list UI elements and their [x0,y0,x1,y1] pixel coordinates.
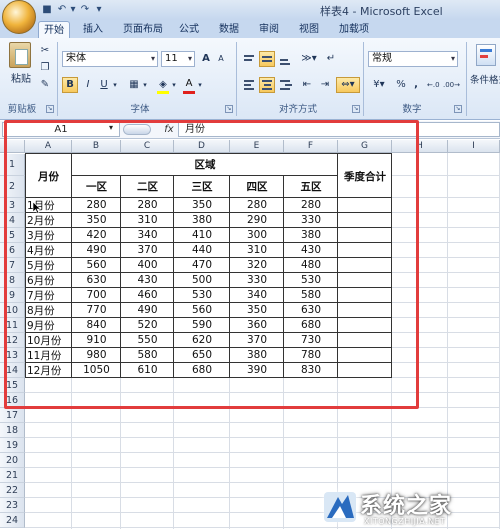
paste-icon[interactable] [9,42,31,68]
tab-5[interactable]: 审阅 [252,21,286,38]
watermark: 系统之家 XITONGZHIJIA.NET [318,486,500,529]
font-color-swatch [183,91,195,94]
number-dialog-launcher[interactable]: ↘ [454,105,462,113]
row-header-22[interactable]: 22 [0,483,25,498]
watermark-text: 系统之家 [360,494,453,519]
tab-1[interactable]: 插入 [76,21,110,38]
text-orientation-icon[interactable]: ≫▾ [299,51,319,67]
clipboard-group-label: 剪贴板 [7,104,37,115]
font-dialog-launcher[interactable]: ↘ [225,105,233,113]
fill-color-swatch [157,91,169,94]
highlight-box [4,120,419,409]
office-button[interactable] [2,0,36,34]
row-header-20[interactable]: 20 [0,453,25,468]
row-header-19[interactable]: 19 [0,438,25,453]
font-name-box[interactable]: 宋体 [62,51,158,67]
row-header-24[interactable]: 24 [0,513,25,528]
italic-button[interactable]: I [81,77,95,93]
clipboard-dialog-launcher[interactable]: ↘ [46,105,54,113]
fill-dropdown-icon[interactable]: ▾ [170,77,178,93]
font-size-box[interactable]: 11 [161,51,195,67]
tab-3[interactable]: 公式 [172,21,206,38]
ribbon-separator [236,42,237,116]
comma-button[interactable]: , [410,77,422,93]
row-header-18[interactable]: 18 [0,423,25,438]
underline-dropdown-icon[interactable]: ▾ [111,77,119,93]
conditional-format-label[interactable]: 条件格式 [470,72,500,86]
number-group-label: 数字 [402,104,422,115]
font-color-button[interactable]: A [182,76,196,92]
merge-center-icon[interactable]: ⇔▾ [336,77,360,93]
copy-icon[interactable]: ❐ [38,60,52,76]
conditional-format-icon[interactable] [476,44,496,66]
align-top-icon[interactable] [241,51,257,67]
font-group-label: 字体 [130,104,150,115]
align-center-icon[interactable] [259,77,275,93]
ribbon-separator [57,42,58,116]
borders-icon[interactable]: ▦ [127,77,141,93]
redo-icon[interactable]: ↷ [78,3,92,16]
grow-font-button[interactable]: A [199,51,213,67]
window-title: 样表4 - Microsoft Excel [320,5,443,18]
format-painter-icon[interactable]: ✎ [38,77,52,93]
tab-7[interactable]: 加载项 [332,21,376,38]
shrink-font-button[interactable]: A [214,51,228,67]
decrease-decimal-icon[interactable]: .00→ [442,77,460,93]
borders-dropdown-icon[interactable]: ▾ [141,77,149,93]
watermark-logo-icon [324,492,356,522]
increase-indent-icon[interactable]: ⇥ [317,77,333,93]
align-bottom-icon[interactable] [277,51,293,67]
tab-2[interactable]: 页面布局 [118,21,168,38]
font-color-dropdown-icon[interactable]: ▾ [196,77,204,93]
alignment-dialog-launcher[interactable]: ↘ [352,105,360,113]
decrease-indent-icon[interactable]: ⇤ [299,77,315,93]
gridline [447,153,448,529]
underline-button[interactable]: U [97,77,111,93]
ribbon-separator [466,42,467,116]
gridline [25,482,500,483]
column-header-I[interactable]: I [448,140,500,153]
bold-button[interactable]: B [62,77,78,93]
gridline [25,452,500,453]
row-header-17[interactable]: 17 [0,408,25,423]
wrap-text-icon[interactable]: ↵ [323,51,339,67]
gridline [25,467,500,468]
cut-icon[interactable]: ✂ [38,43,52,59]
align-middle-icon[interactable] [259,51,275,67]
gridline [25,437,500,438]
percent-button[interactable]: % [394,77,408,93]
align-left-icon[interactable] [241,77,257,93]
paste-button[interactable]: 粘贴 [9,70,33,85]
row-header-21[interactable]: 21 [0,468,25,483]
row-header-23[interactable]: 23 [0,498,25,513]
currency-icon[interactable]: ¥▾ [368,77,390,93]
customize-qat-icon[interactable]: ▾ [92,3,106,16]
tab-0[interactable]: 开始 [38,21,70,38]
gridline [25,422,500,423]
alignment-group-label: 对齐方式 [278,104,317,115]
watermark-url: XITONGZHIJIA.NET [364,517,446,526]
number-format-box[interactable]: 常规 [368,51,458,67]
tab-6[interactable]: 视图 [292,21,326,38]
tab-4[interactable]: 数据 [212,21,246,38]
increase-decimal-icon[interactable]: ←.0 [426,77,440,93]
align-right-icon[interactable] [277,77,293,93]
ribbon-tab-row [0,20,500,38]
ribbon-separator [363,42,364,116]
save-icon[interactable]: ■ [40,3,54,16]
